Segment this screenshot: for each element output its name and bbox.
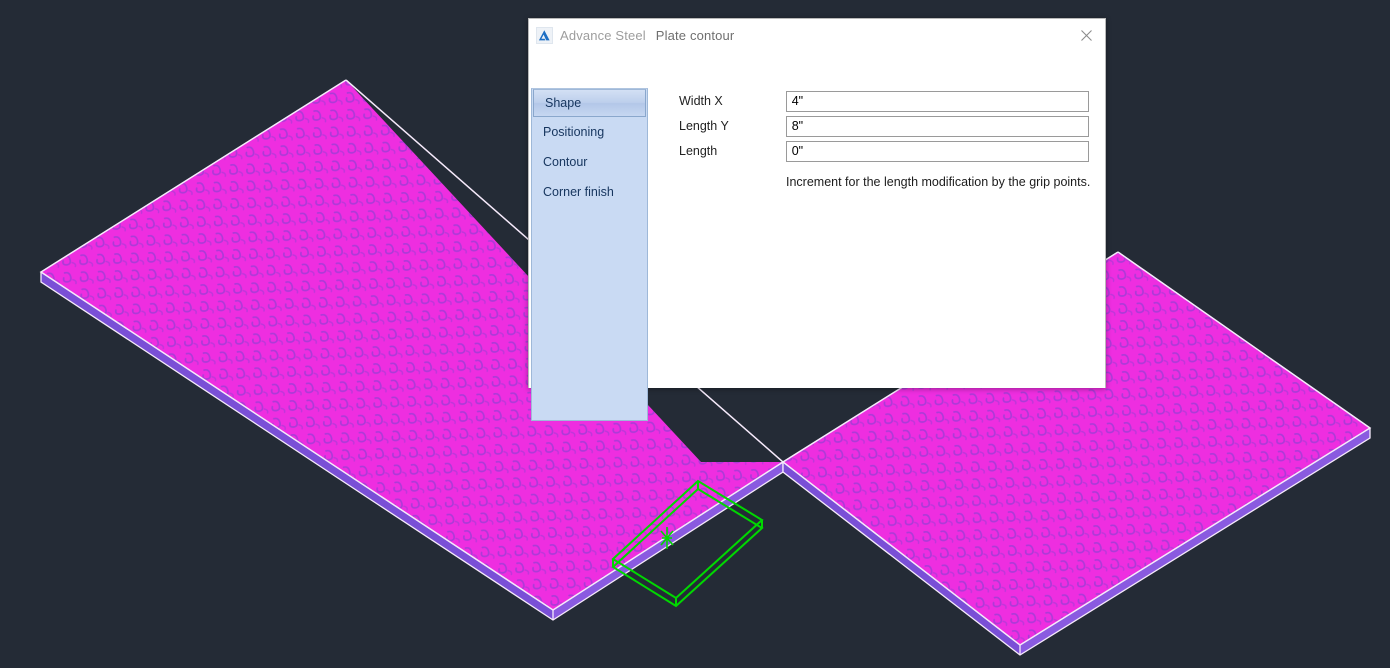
sidebar-item-shape[interactable]: Shape: [533, 89, 646, 117]
sidebar-item-label: Positioning: [543, 125, 605, 139]
close-icon[interactable]: [1067, 19, 1105, 52]
width-x-input[interactable]: [785, 90, 1089, 112]
autodesk-a-icon: [536, 27, 553, 44]
sidebar-item-label: Contour: [543, 155, 588, 169]
length-y-input[interactable]: [785, 115, 1089, 137]
sidebar-item-contour[interactable]: Contour: [532, 147, 647, 177]
dialog-titlebar[interactable]: Advance Steel Plate contour: [529, 19, 1105, 53]
form-row-length: Length: [679, 139, 1089, 163]
sidebar-item-corner-finish[interactable]: Corner finish: [532, 177, 647, 207]
length-label: Length: [679, 144, 718, 158]
length-hint-text: Increment for the length modification by…: [786, 175, 1091, 189]
width-x-label: Width X: [679, 94, 723, 108]
dialog-body: Shape Positioning Contour Corner finish …: [529, 53, 1105, 421]
dialog-sidebar[interactable]: Shape Positioning Contour Corner finish: [531, 88, 648, 421]
form-row-width-x: Width X: [679, 89, 1089, 113]
dialog-app-name: Advance Steel: [560, 28, 646, 43]
sidebar-item-label: Corner finish: [543, 185, 614, 199]
sidebar-item-label: Shape: [545, 96, 582, 110]
sidebar-item-positioning[interactable]: Positioning: [532, 117, 647, 147]
dialog-title: Plate contour: [655, 28, 735, 43]
shape-form: Width X Length Y Length Increment for th…: [679, 89, 1091, 189]
form-row-length-y: Length Y: [679, 114, 1089, 138]
length-input[interactable]: [785, 140, 1089, 162]
application-window: Advance Steel Plate contour Shape Positi…: [0, 0, 1390, 668]
plate-contour-dialog[interactable]: Advance Steel Plate contour Shape Positi…: [528, 18, 1106, 421]
length-y-label: Length Y: [679, 119, 729, 133]
